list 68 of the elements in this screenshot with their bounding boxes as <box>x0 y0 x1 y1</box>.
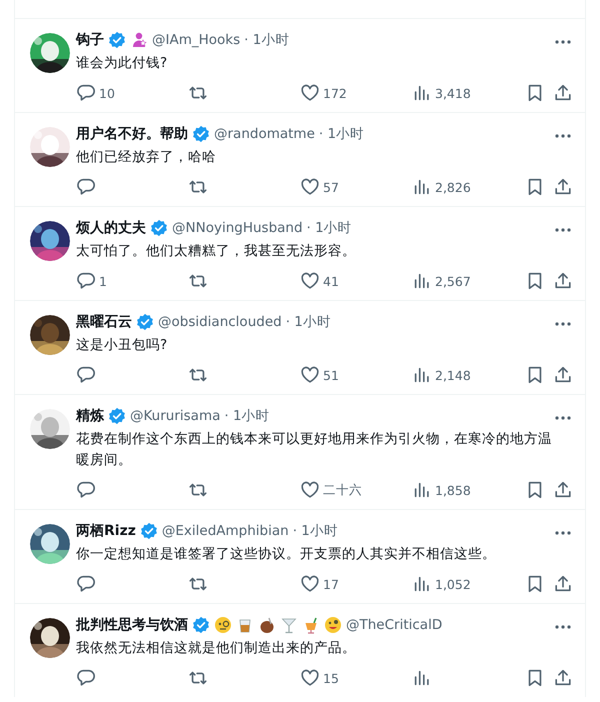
reply-icon[interactable] <box>76 574 96 594</box>
post-text: 太可怕了。他们太糟糕了，我甚至无法形容。 <box>76 242 357 261</box>
share-icon[interactable] <box>553 271 573 291</box>
heart-icon <box>300 574 320 594</box>
like-button[interactable]: 51 <box>300 365 412 385</box>
share-icon[interactable] <box>553 177 573 197</box>
share-icon[interactable] <box>553 574 573 594</box>
display-name: 用户名不好。帮助 <box>76 125 188 143</box>
post-text: 你一定想知道是谁签署了这些协议。开支票的人其实并不相信这些。 <box>76 545 497 564</box>
post-text: 花费在制作这个东西上的钱本来可以更好地用来作为引火物，在寒冷的地方温暖房间。 <box>76 430 553 470</box>
reply-button[interactable]: 10 <box>76 83 188 103</box>
user-handle[interactable]: @TheCriticalD <box>346 617 442 633</box>
reply-icon[interactable] <box>76 177 96 197</box>
post-time[interactable]: · 1小时 <box>244 31 290 49</box>
display-name: 两栖Rizz <box>76 522 136 540</box>
display-name: 烦人的丈夫 <box>76 219 146 237</box>
user-handle[interactable]: @randomatme <box>214 126 315 142</box>
post-time[interactable]: · 1小时 <box>306 219 352 237</box>
views-button[interactable]: 2,567 <box>412 271 524 291</box>
reply-icon <box>76 83 96 103</box>
post-text: 这是小丑包吗? <box>76 336 168 355</box>
share-icon[interactable] <box>553 480 573 500</box>
display-name: 批判性思考与饮酒 <box>76 616 188 634</box>
like-button[interactable]: 17 <box>300 574 412 594</box>
user-handle[interactable]: @Kururisama <box>130 408 220 424</box>
user-handle[interactable]: @ExiledAmphibian <box>162 523 289 539</box>
display-name: 黑曜石云 <box>76 313 132 331</box>
cup-icon <box>258 616 276 634</box>
like-button[interactable]: 二十六 <box>300 480 412 500</box>
like-button[interactable]: 15 <box>300 668 412 688</box>
reply-icon <box>76 271 96 291</box>
reply-icon[interactable] <box>76 480 96 500</box>
face-icon <box>324 616 342 634</box>
views-button[interactable]: 1,052 <box>412 574 524 594</box>
cocktail-icon <box>280 616 298 634</box>
heart-icon <box>300 365 320 385</box>
views-button[interactable]: 3,418 <box>412 83 524 103</box>
face-icon <box>214 616 232 634</box>
heart-icon <box>300 83 320 103</box>
post-text: 谁会为此付钱? <box>76 54 168 73</box>
like-button[interactable]: 172 <box>300 83 412 103</box>
post-text: 我依然无法相信这就是他们制造出来的产品。 <box>76 639 357 658</box>
like-button[interactable]: 41 <box>300 271 412 291</box>
heart-icon <box>300 668 320 688</box>
heart-icon <box>300 480 320 500</box>
share-icon[interactable] <box>553 365 573 385</box>
heart-icon <box>300 271 320 291</box>
post-time[interactable]: · 1小时 <box>224 407 270 425</box>
person-badge-icon <box>130 31 148 49</box>
post-time[interactable]: · 1小时 <box>292 522 338 540</box>
post-time[interactable]: · 1小时 <box>286 313 331 331</box>
like-button[interactable]: 57 <box>300 177 412 197</box>
post-text: 他们已经放弃了，哈哈 <box>76 148 217 167</box>
reply-button[interactable]: 1 <box>76 271 188 291</box>
display-name: 钩子 <box>76 31 104 49</box>
views-button[interactable]: 2,148 <box>412 365 524 385</box>
views-button[interactable]: 2,826 <box>412 177 524 197</box>
share-icon[interactable] <box>553 83 573 103</box>
heart-icon <box>300 177 320 197</box>
views-button[interactable]: 1,858 <box>412 480 524 500</box>
share-icon[interactable] <box>553 668 573 688</box>
reply-icon[interactable] <box>76 668 96 688</box>
user-handle[interactable]: @NNoyingHusband <box>172 220 303 236</box>
post-time[interactable]: · 1小时 <box>318 125 364 143</box>
display-name: 精炼 <box>76 407 104 425</box>
reply-icon[interactable] <box>76 365 96 385</box>
user-handle[interactable]: @IAm_Hooks <box>152 32 240 48</box>
user-handle[interactable]: @obsidianclouded <box>158 314 282 330</box>
